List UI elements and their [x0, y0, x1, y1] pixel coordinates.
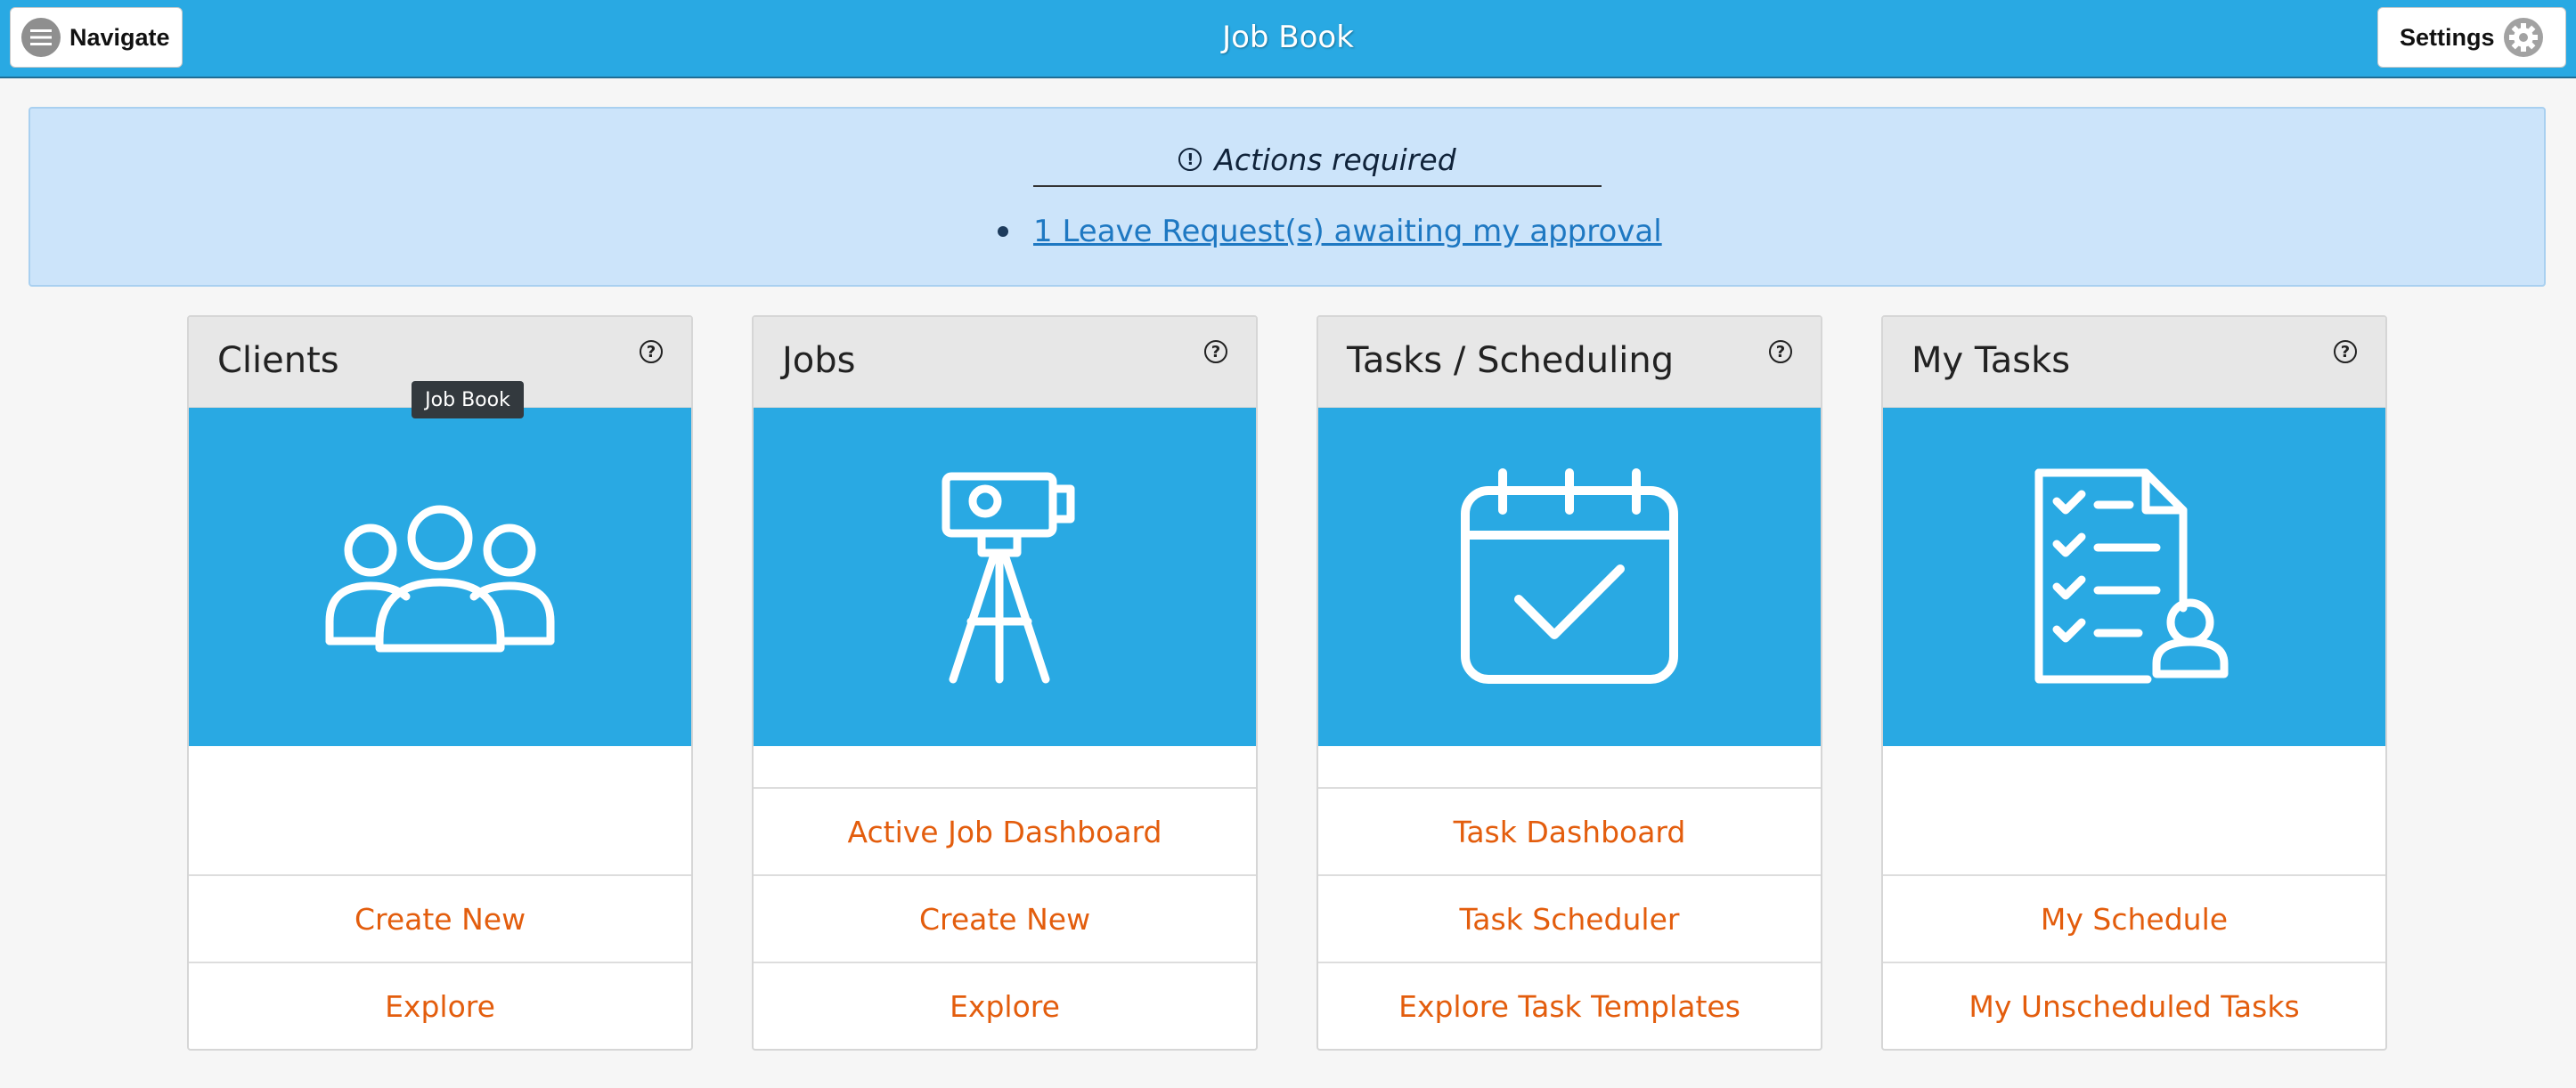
survey-tripod-icon — [942, 472, 1075, 684]
link-create-job[interactable]: Create New — [754, 874, 1256, 962]
settings-label: Settings — [2400, 23, 2495, 51]
help-icon[interactable]: ? — [2334, 340, 2357, 363]
link-task-dashboard[interactable]: Task Dashboard — [1318, 787, 1821, 874]
card-title: Clients — [217, 340, 339, 381]
link-my-unscheduled-tasks[interactable]: My Unscheduled Tasks — [1883, 962, 2385, 1049]
actions-required-alert: ! Actions required 1 Leave Request(s) aw… — [29, 107, 2546, 287]
leave-request-link[interactable]: 1 Leave Request(s) awaiting my approval — [1033, 214, 1662, 249]
link-explore-clients[interactable]: Explore — [189, 962, 691, 1049]
card-header: Jobs ? — [754, 317, 1256, 408]
card-links: My Schedule My Unscheduled Tasks — [1883, 874, 2385, 1049]
calendar-check-icon — [1461, 468, 1678, 684]
gear-icon — [2503, 18, 2543, 57]
card-title: My Tasks — [1912, 340, 2071, 381]
task-list-user-icon — [2034, 468, 2229, 684]
link-task-scheduler[interactable]: Task Scheduler — [1318, 874, 1821, 962]
card-header: Tasks / Scheduling ? — [1318, 317, 1821, 408]
card-banner[interactable] — [189, 408, 691, 746]
card-my-tasks: My Tasks ? My Schedule My Unscheduled Ta… — [1881, 315, 2387, 1051]
card-tasks-scheduling: Tasks / Scheduling ? Task Dashboard Task… — [1317, 315, 1822, 1051]
help-icon[interactable]: ? — [1769, 340, 1792, 363]
clients-group-icon — [325, 505, 555, 653]
card-jobs: Jobs ? Active Job Dashboard Create New E… — [752, 315, 1258, 1051]
card-clients: Clients ? Create New Explore — [187, 315, 693, 1051]
link-my-schedule[interactable]: My Schedule — [1883, 874, 2385, 962]
alert-list-item: 1 Leave Request(s) awaiting my approval — [998, 214, 1662, 249]
card-title: Tasks / Scheduling — [1347, 340, 1675, 381]
link-active-job-dashboard[interactable]: Active Job Dashboard — [754, 787, 1256, 874]
exclamation-icon: ! — [1178, 148, 1202, 171]
card-links: Task Dashboard Task Scheduler Explore Ta… — [1318, 787, 1821, 1049]
link-explore-task-templates[interactable]: Explore Task Templates — [1318, 962, 1821, 1049]
card-banner[interactable] — [754, 408, 1256, 746]
settings-button[interactable]: Settings — [2377, 7, 2566, 68]
card-links: Active Job Dashboard Create New Explore — [754, 787, 1256, 1049]
card-links: Create New Explore — [189, 874, 691, 1049]
help-icon[interactable]: ? — [640, 340, 663, 363]
alert-heading-text: Actions required — [1214, 142, 1456, 177]
alert-heading: ! Actions required — [1033, 134, 1602, 187]
top-bar: Navigate Job Book Settings — [0, 0, 2576, 78]
bullet — [998, 226, 1008, 237]
link-explore-jobs[interactable]: Explore — [754, 962, 1256, 1049]
link-create-client[interactable]: Create New — [189, 874, 691, 962]
page-title: Job Book — [1222, 20, 1354, 55]
card-banner[interactable] — [1883, 408, 2385, 746]
card-title: Jobs — [782, 340, 856, 381]
card-banner[interactable] — [1318, 408, 1821, 746]
help-icon[interactable]: ? — [1204, 340, 1227, 363]
card-header: My Tasks ? — [1883, 317, 2385, 408]
tooltip: Job Book — [412, 381, 524, 418]
